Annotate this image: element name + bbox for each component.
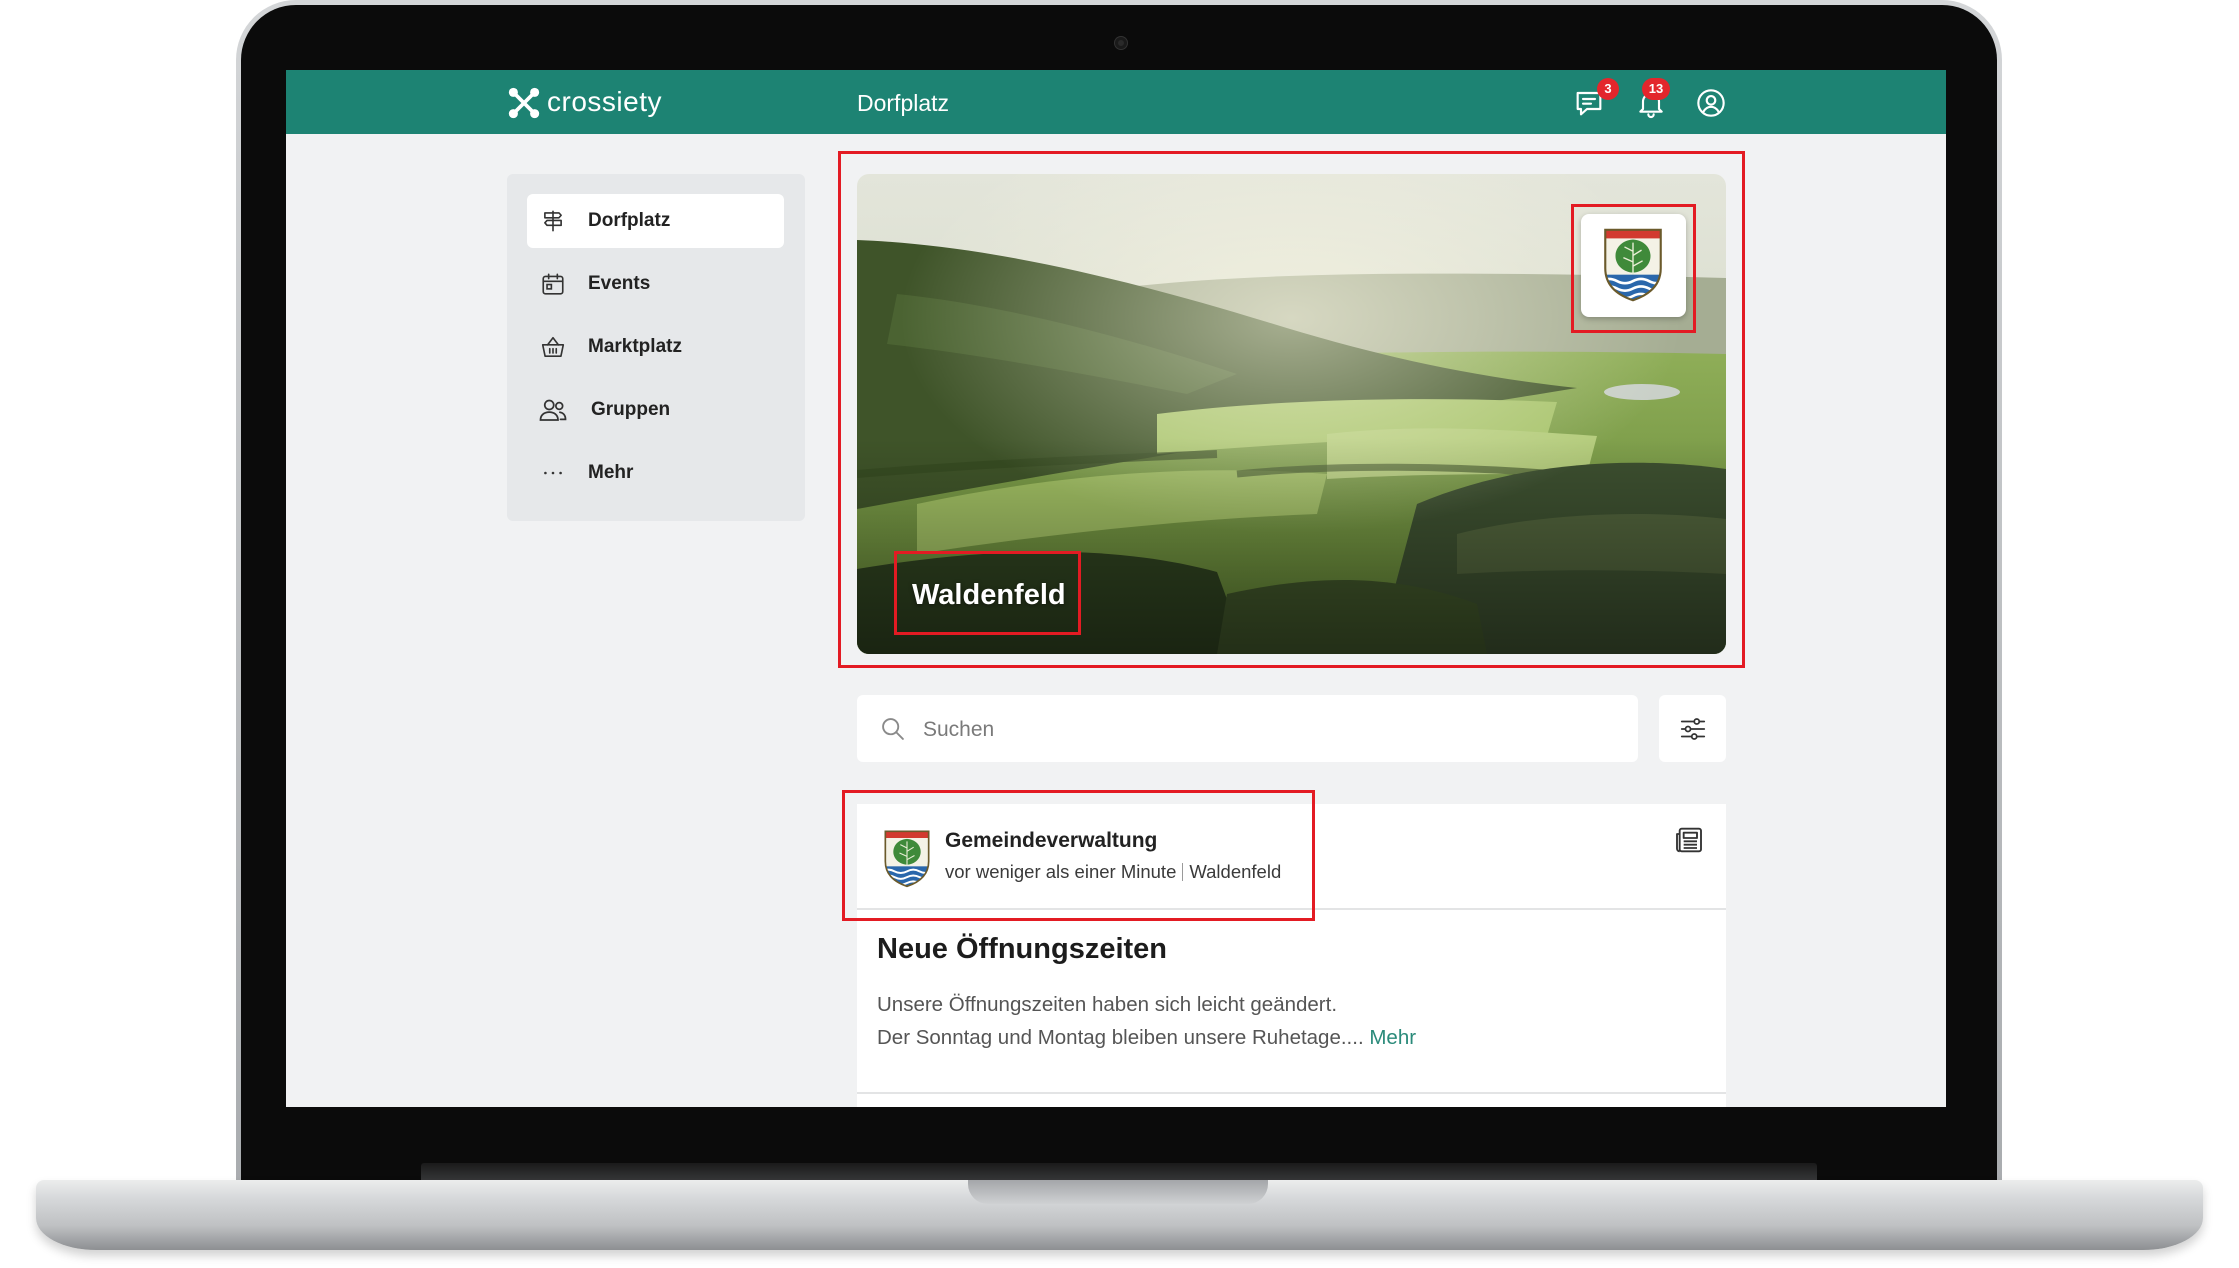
more-dots-icon: [544, 471, 562, 475]
chat-badge: 3: [1597, 78, 1619, 100]
filter-sliders-icon: [1680, 718, 1706, 740]
notification-badge: 13: [1642, 78, 1670, 100]
search-input[interactable]: [921, 695, 1625, 764]
sidebar-item-dorfplatz[interactable]: Dorfplatz: [527, 194, 784, 248]
community-emblem: [1581, 214, 1686, 317]
app-screen: crossiety Dorfplatz 3 13 Dorfplatz Event…: [286, 70, 1946, 1107]
meta-separator: [1182, 863, 1184, 881]
sidebar-item-gruppen[interactable]: Gruppen: [527, 383, 784, 437]
search-icon: [882, 718, 904, 740]
sidebar-item-label: Gruppen: [591, 399, 671, 420]
post-body-line: Unsere Öffnungszeiten haben sich leicht …: [877, 993, 1338, 1016]
community-hero-banner: Waldenfeld: [857, 174, 1726, 654]
sidebar-item-events[interactable]: Events: [527, 257, 784, 311]
filter-button[interactable]: [1659, 695, 1726, 762]
read-more-link[interactable]: Mehr: [1369, 1026, 1416, 1049]
post-location: Waldenfeld: [1189, 861, 1282, 882]
post-body: Unsere Öffnungszeiten haben sich leicht …: [877, 988, 1416, 1054]
crossiety-logo-icon[interactable]: [507, 86, 541, 120]
community-name: Waldenfeld: [912, 579, 1066, 611]
brand-name[interactable]: crossiety: [547, 84, 662, 120]
webcam: [1115, 37, 1127, 49]
signpost-icon: [544, 210, 562, 232]
calendar-icon: [542, 273, 564, 295]
laptop-notch: [968, 1180, 1268, 1204]
sidebar-nav: Dorfplatz Events Marktplatz Gruppen Mehr: [507, 174, 805, 521]
coat-of-arms-icon: [1604, 228, 1662, 302]
post-title[interactable]: Neue Öffnungszeiten: [877, 931, 1167, 967]
user-profile-icon[interactable]: [1695, 87, 1727, 119]
users-icon: [539, 399, 567, 421]
sidebar-item-label: Events: [588, 273, 651, 294]
search-bar: [857, 695, 1638, 764]
sidebar-item-mehr[interactable]: Mehr: [527, 446, 784, 500]
laptop-base: [36, 1180, 2203, 1250]
post-meta: vor weniger als einer Minute Waldenfeld: [945, 860, 1281, 884]
top-bar: crossiety Dorfplatz 3 13: [286, 70, 1946, 134]
sidebar-item-label: Marktplatz: [588, 336, 682, 357]
basket-icon: [541, 336, 565, 358]
sidebar-item-label: Mehr: [588, 462, 634, 483]
author-avatar-crest-icon[interactable]: [881, 828, 933, 888]
post-body-line: Der Sonntag und Montag bleiben unsere Ru…: [877, 1026, 1364, 1049]
page-title: Dorfplatz: [857, 90, 950, 116]
post-separator: [857, 1092, 1726, 1094]
feed-post[interactable]: Gemeindeverwaltung vor weniger als einer…: [857, 804, 1726, 1107]
post-divider: [857, 908, 1726, 910]
post-time: vor weniger als einer Minute: [945, 861, 1177, 882]
post-author[interactable]: Gemeindeverwaltung: [945, 828, 1157, 854]
newspaper-icon: [1676, 827, 1702, 853]
sidebar-item-label: Dorfplatz: [588, 210, 671, 231]
sidebar-item-marktplatz[interactable]: Marktplatz: [527, 320, 784, 374]
